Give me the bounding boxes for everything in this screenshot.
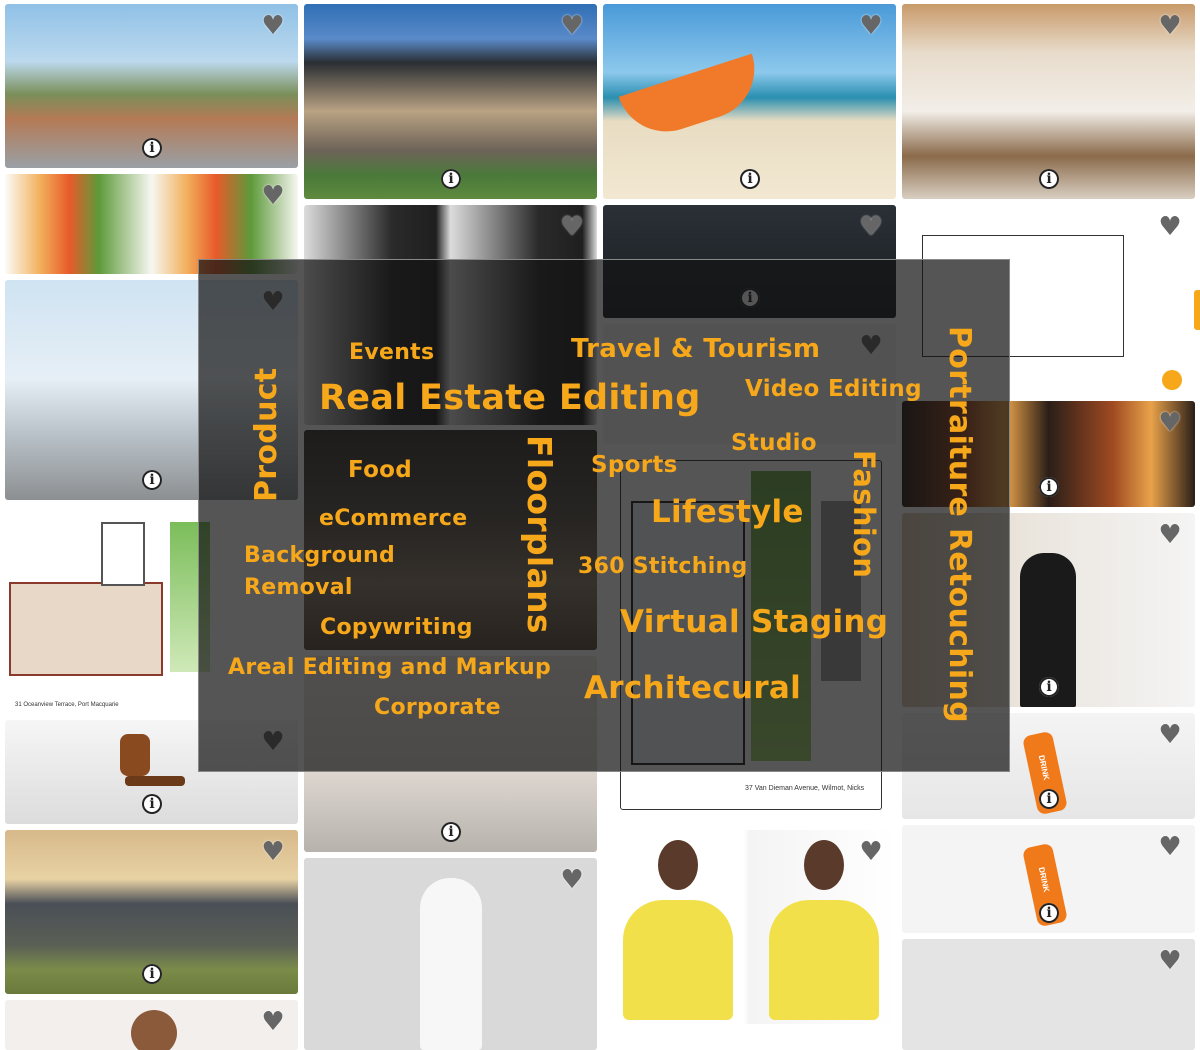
word-portraiture-retouching: Portraiture Retouching — [942, 326, 977, 723]
info-icon[interactable]: i — [740, 169, 760, 189]
heart-icon[interactable]: ♥ — [858, 839, 884, 865]
bottle-label: DRINK — [1036, 866, 1051, 893]
word-copywriting: Copywriting — [320, 615, 473, 640]
word-real-estate-editing: Real Estate Editing — [319, 378, 701, 418]
word-video-editing: Video Editing — [745, 376, 922, 402]
word-studio: Studio — [731, 430, 817, 456]
info-icon[interactable]: i — [1039, 169, 1059, 189]
heart-icon[interactable]: ♥ — [1157, 948, 1183, 974]
photo-tile-yellow-sweater[interactable]: ♥ — [603, 830, 896, 1024]
photo-tile-apartment-block[interactable]: ♥ i — [5, 830, 298, 994]
word-ecommerce: eCommerce — [319, 506, 468, 531]
word-architecural: Architecural — [584, 670, 802, 706]
word-360-stitching: 360 Stitching — [578, 554, 748, 579]
heart-icon[interactable]: ♥ — [559, 867, 585, 893]
word-lifestyle: Lifestyle — [651, 494, 804, 530]
heart-icon[interactable]: ♥ — [260, 1009, 286, 1035]
info-icon[interactable]: i — [1039, 477, 1059, 497]
side-tab[interactable] — [1194, 290, 1200, 330]
word-removal: Removal — [244, 575, 353, 600]
photo-tile-apartments[interactable]: ♥ i — [5, 4, 298, 168]
photo-tile-drink-bottle-2[interactable]: DRINK ♥ i — [902, 825, 1195, 933]
photo-tile-beach-hammock[interactable]: ♥ i — [603, 4, 896, 199]
photo-tile-portrait-woman[interactable]: ♥ — [5, 1000, 298, 1050]
info-icon[interactable]: i — [1039, 677, 1059, 697]
heart-icon[interactable]: ♥ — [1157, 410, 1183, 436]
info-icon[interactable]: i — [1039, 903, 1059, 923]
heart-icon[interactable]: ♥ — [260, 839, 286, 865]
floorplan-caption: 37 Van Dieman Avenue, Wilmot, Nicks — [745, 785, 865, 792]
heart-icon[interactable]: ♥ — [1157, 722, 1183, 748]
word-background: Background — [244, 543, 396, 568]
word-product: Product — [249, 367, 284, 502]
word-travel-tourism: Travel & Tourism — [571, 334, 821, 364]
heart-icon[interactable]: ♥ — [260, 13, 286, 39]
floorplan-caption: 31 Oceanview Terrace, Port Macquarie — [15, 702, 119, 708]
heart-icon[interactable]: ♥ — [1157, 13, 1183, 39]
photo-tile-kitchen-dining[interactable]: ♥ i — [902, 4, 1195, 199]
photo-tile-blank[interactable]: ♥ — [902, 939, 1195, 1050]
info-icon[interactable]: i — [441, 169, 461, 189]
info-icon[interactable]: i — [142, 794, 162, 814]
heart-icon[interactable]: ♥ — [1157, 214, 1183, 240]
info-icon[interactable]: i — [1039, 789, 1059, 809]
heart-icon[interactable]: ♥ — [858, 13, 884, 39]
services-word-cloud: Product Events Travel & Tourism Real Est… — [198, 259, 1010, 772]
word-sports: Sports — [591, 452, 678, 478]
heart-icon[interactable]: ♥ — [1157, 522, 1183, 548]
word-areal-editing: Areal Editing and Markup — [228, 655, 552, 680]
heart-icon[interactable]: ♥ — [260, 183, 286, 209]
bottle-label: DRINK — [1036, 754, 1051, 781]
word-food: Food — [348, 457, 413, 483]
heart-icon[interactable]: ♥ — [1157, 834, 1183, 860]
info-icon[interactable]: i — [441, 822, 461, 842]
info-icon[interactable]: i — [142, 964, 162, 984]
photo-tile-modern-house[interactable]: ♥ i — [304, 4, 597, 199]
heart-icon[interactable]: ♥ — [858, 214, 884, 240]
heart-icon[interactable]: ♥ — [559, 214, 585, 240]
word-fashion: Fashion — [847, 450, 881, 579]
word-virtual-staging: Virtual Staging — [620, 604, 889, 640]
info-icon[interactable]: i — [142, 138, 162, 158]
word-corporate: Corporate — [374, 695, 501, 720]
word-events: Events — [349, 340, 435, 365]
word-floorplans: Floorplans — [520, 435, 559, 634]
photo-tile-white-sweater[interactable]: ♥ — [304, 858, 597, 1050]
info-icon[interactable]: i — [142, 470, 162, 490]
heart-icon[interactable]: ♥ — [559, 13, 585, 39]
